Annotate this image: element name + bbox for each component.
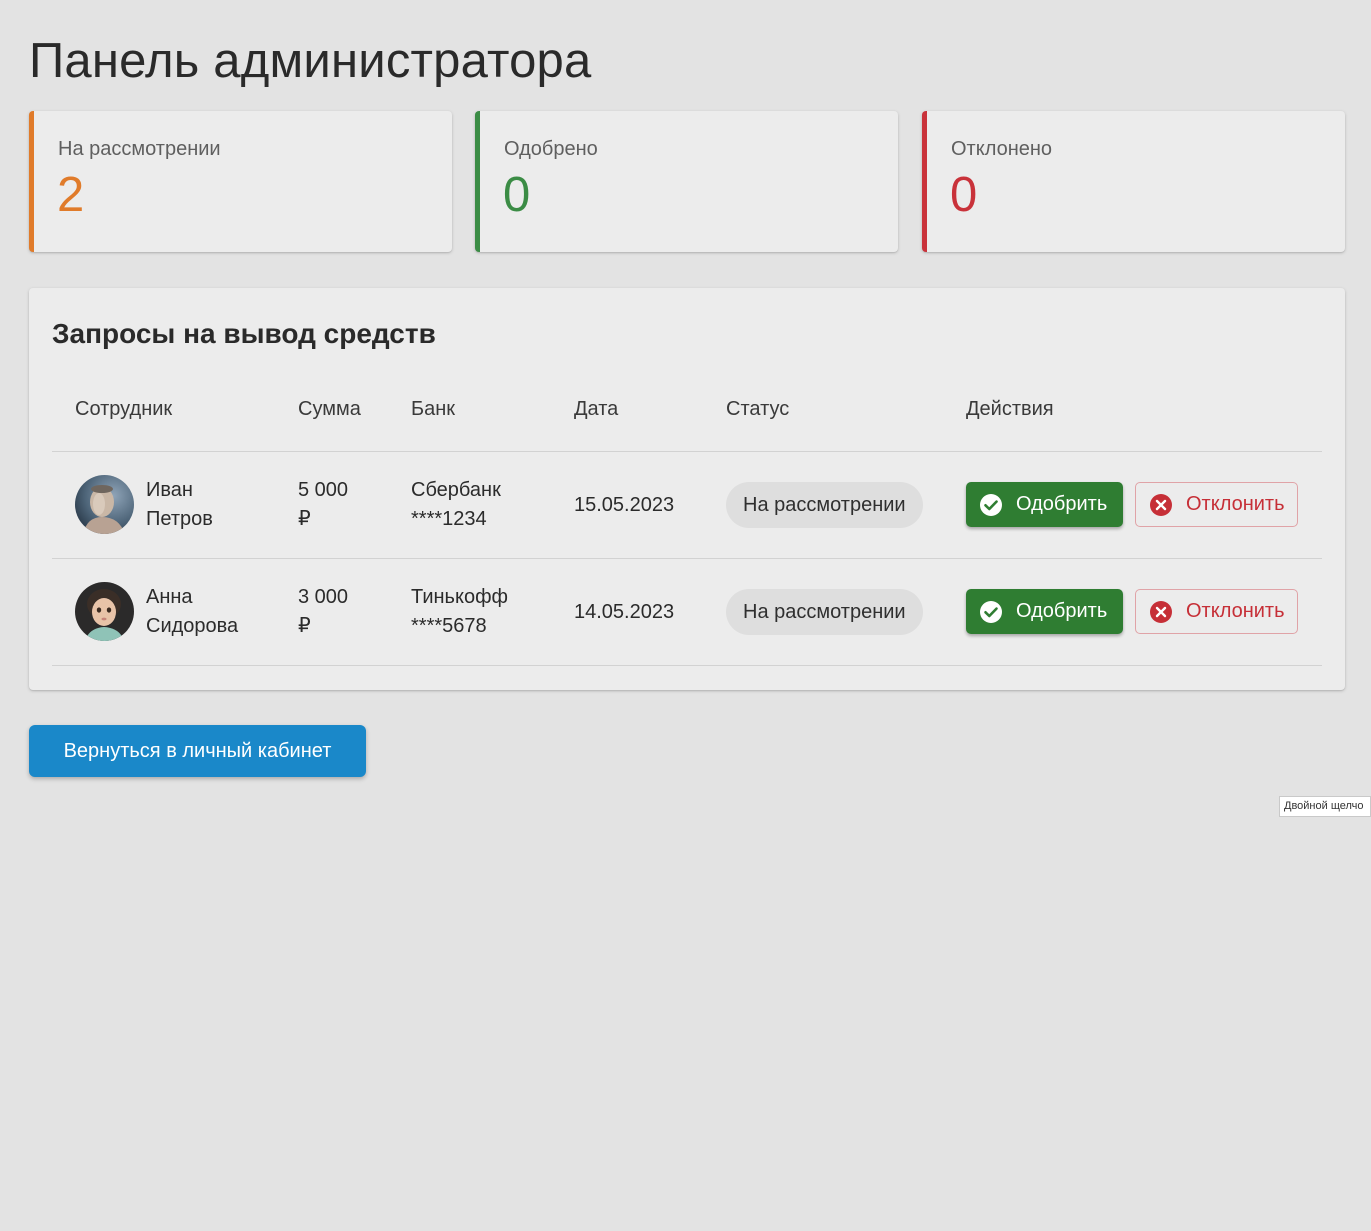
date-cell: 15.05.2023 — [574, 494, 675, 516]
table-row: Анна Сидорова 3 000 ₽ Тинькофф ****5678 … — [52, 559, 1322, 666]
check-circle-icon — [980, 600, 1002, 623]
column-header-amount: Сумма — [298, 398, 361, 420]
column-header-status: Статус — [726, 398, 790, 420]
x-circle-icon — [1150, 600, 1172, 623]
currency-symbol: ₽ — [298, 615, 311, 637]
stat-label-approved: Одобрено — [504, 138, 598, 160]
bank-cell: Сбербанк ****1234 — [411, 476, 501, 534]
status-badge: На рассмотрении — [726, 482, 923, 528]
employee-first-name: Иван — [146, 479, 193, 501]
admin-panel-page: Панель администратора На рассмотрении 2 … — [0, 0, 1371, 1231]
stat-value-pending: 2 — [57, 168, 85, 222]
bank-name: Сбербанк — [411, 479, 501, 501]
avatar-photo — [75, 475, 134, 534]
tooltip: Двойной щелчо — [1279, 796, 1371, 817]
approve-button[interactable]: Одобрить — [966, 589, 1123, 634]
employee-first-name: Анна — [146, 586, 193, 608]
stat-card-approved: Одобрено 0 — [475, 111, 898, 252]
x-circle-icon — [1150, 493, 1172, 516]
avatar — [75, 582, 134, 641]
stat-label-pending: На рассмотрении — [58, 138, 221, 160]
stat-value-approved: 0 — [503, 168, 531, 222]
column-header-date: Дата — [574, 398, 619, 420]
stat-card-pending: На рассмотрении 2 — [29, 111, 452, 252]
back-to-cabinet-button[interactable]: Вернуться в личный кабинет — [29, 725, 366, 777]
bank-account: ****5678 — [411, 615, 487, 637]
reject-button[interactable]: Отклонить — [1135, 589, 1298, 634]
bank-cell: Тинькофф ****5678 — [411, 583, 508, 641]
table-header: Сотрудник Сумма Банк Дата Статус Действи… — [52, 382, 1322, 452]
stat-card-rejected: Отклонено 0 — [922, 111, 1345, 252]
stat-value-rejected: 0 — [950, 168, 978, 222]
bank-name: Тинькофф — [411, 586, 508, 608]
amount-cell: 5 000 ₽ — [298, 476, 348, 534]
column-header-bank: Банк — [411, 398, 456, 420]
amount-cell: 3 000 ₽ — [298, 583, 348, 641]
employee-last-name: Петров — [146, 508, 213, 530]
section-title: Запросы на вывод средств — [52, 318, 436, 349]
column-header-employee: Сотрудник — [75, 398, 173, 420]
approve-button[interactable]: Одобрить — [966, 482, 1123, 527]
approve-button-label: Одобрить — [1016, 600, 1108, 622]
status-badge: На рассмотрении — [726, 589, 923, 635]
withdrawal-requests-card: Запросы на вывод средств Сотрудник Сумма… — [29, 288, 1345, 690]
stat-label-rejected: Отклонено — [951, 138, 1053, 160]
currency-symbol: ₽ — [298, 508, 311, 530]
column-header-actions: Действия — [966, 398, 1054, 420]
avatar — [75, 475, 134, 534]
reject-button[interactable]: Отклонить — [1135, 482, 1298, 527]
amount-value: 3 000 — [298, 586, 349, 608]
reject-button-label: Отклонить — [1186, 493, 1285, 515]
reject-button-label: Отклонить — [1186, 600, 1285, 622]
employee-name: Анна Сидорова — [146, 583, 238, 641]
avatar-photo — [75, 582, 134, 641]
approve-button-label: Одобрить — [1016, 493, 1108, 515]
date-cell: 14.05.2023 — [574, 601, 675, 623]
bank-account: ****1234 — [411, 508, 487, 530]
check-circle-icon — [980, 493, 1002, 516]
page-title: Панель администратора — [29, 34, 592, 88]
employee-name: Иван Петров — [146, 476, 213, 534]
table-row: Иван Петров 5 000 ₽ Сбербанк ****1234 15… — [52, 452, 1322, 559]
employee-last-name: Сидорова — [146, 615, 239, 637]
amount-value: 5 000 — [298, 479, 349, 501]
